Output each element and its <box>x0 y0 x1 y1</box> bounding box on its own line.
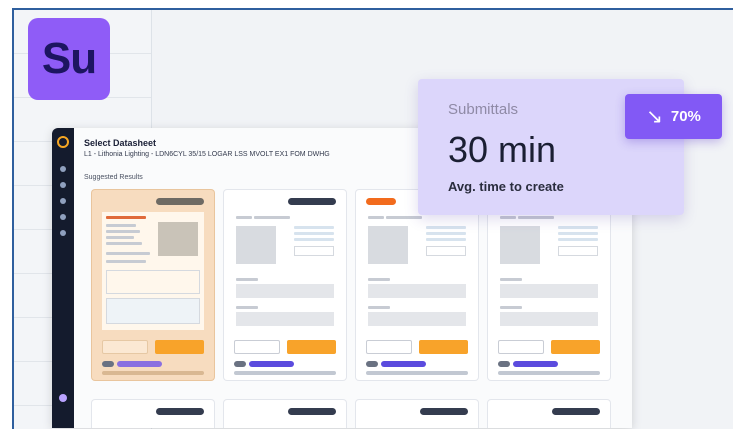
stat-value: 30 min <box>448 129 557 170</box>
rail-nav-dot-icon[interactable] <box>60 230 66 236</box>
status-pill <box>552 408 600 415</box>
datasheet-thumbnail <box>234 212 336 330</box>
stat-caption: Avg. time to create <box>448 179 564 194</box>
page-title: Select Datasheet <box>84 138 157 148</box>
stat-label: Submittals <box>448 101 519 118</box>
rail-logo-icon[interactable] <box>57 136 69 148</box>
rail-nav-dot-icon[interactable] <box>60 182 66 188</box>
datasheet-thumbnail <box>498 212 600 330</box>
result-card[interactable] <box>488 190 610 380</box>
status-pill <box>366 198 396 205</box>
tag-badge <box>498 361 510 367</box>
reduction-badge: ↘ 70% <box>625 94 722 139</box>
side-rail <box>52 128 74 428</box>
rail-nav-dot-icon[interactable] <box>60 214 66 220</box>
select-button[interactable] <box>155 340 204 354</box>
preview-button[interactable] <box>234 340 280 354</box>
result-card[interactable] <box>224 400 346 428</box>
result-card[interactable] <box>356 400 478 428</box>
tag-badge <box>249 361 294 367</box>
result-card-selected[interactable] <box>92 190 214 380</box>
result-card[interactable] <box>92 400 214 428</box>
tag-badge <box>513 361 558 367</box>
tag-badge <box>102 361 114 367</box>
tag-badge <box>381 361 426 367</box>
card-footer-bar <box>498 371 600 375</box>
datasheet-thumbnail <box>366 212 468 330</box>
tag-badge <box>234 361 246 367</box>
status-pill <box>288 408 336 415</box>
badge-percentage: 70% <box>670 108 701 125</box>
card-footer-bar <box>102 371 204 375</box>
section-label: Suggested Results <box>84 174 143 181</box>
card-footer-bar <box>234 371 336 375</box>
result-card[interactable] <box>356 190 478 380</box>
arrow-down-right-icon: ↘ <box>646 105 663 128</box>
tag-badge <box>117 361 162 367</box>
user-avatar-icon[interactable] <box>59 394 67 402</box>
card-footer-bar <box>366 371 468 375</box>
tag-badge <box>366 361 378 367</box>
preview-button[interactable] <box>366 340 412 354</box>
page-subtitle: L1 - Lithonia Lighting - LDN6CYL 35/15 L… <box>84 151 330 158</box>
datasheet-thumbnail <box>102 212 204 330</box>
result-card[interactable] <box>224 190 346 380</box>
preview-button[interactable] <box>102 340 148 354</box>
status-pill <box>156 408 204 415</box>
app-logo: Su <box>28 18 110 100</box>
status-pill <box>156 198 204 205</box>
status-pill <box>420 408 468 415</box>
rail-nav-dot-icon[interactable] <box>60 198 66 204</box>
select-button[interactable] <box>419 340 468 354</box>
select-button[interactable] <box>287 340 336 354</box>
rail-nav-dot-icon[interactable] <box>60 166 66 172</box>
select-button[interactable] <box>551 340 600 354</box>
status-pill <box>288 198 336 205</box>
logo-text: Su <box>41 34 97 83</box>
result-card[interactable] <box>488 400 610 428</box>
preview-button[interactable] <box>498 340 544 354</box>
